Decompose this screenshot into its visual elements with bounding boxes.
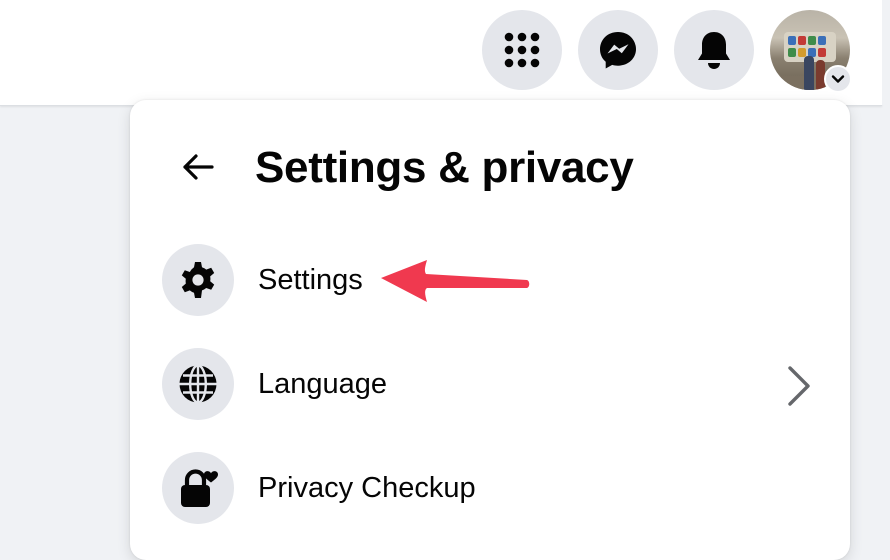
privacy-checkup-icon-circle	[162, 452, 234, 524]
back-button[interactable]	[176, 145, 220, 189]
page-background-strip	[882, 0, 890, 105]
messenger-icon	[600, 32, 636, 69]
avatar-photo-person	[804, 56, 814, 90]
messenger-button[interactable]	[578, 10, 658, 90]
menu-title: Settings & privacy	[255, 143, 634, 192]
red-annotation-arrow	[381, 260, 530, 302]
bell-icon	[698, 32, 730, 69]
menu-item-privacy-checkup[interactable]: Privacy Checkup	[160, 450, 830, 526]
notifications-button[interactable]	[674, 10, 754, 90]
back-arrow-icon	[183, 154, 214, 180]
gear-icon	[181, 262, 215, 298]
chevron-down-icon	[831, 75, 845, 83]
account-menu-button[interactable]	[824, 65, 852, 93]
menu-item-label: Settings	[258, 264, 363, 296]
globe-icon	[179, 364, 217, 404]
menu-item-label: Language	[258, 368, 388, 400]
apps-grid-icon	[504, 32, 540, 68]
menu-item-label: Privacy Checkup	[258, 472, 476, 504]
language-icon-circle	[162, 348, 234, 420]
lock-heart-icon	[181, 469, 218, 507]
chevron-right-icon	[788, 366, 810, 406]
menu-item-language[interactable]: Language	[160, 346, 830, 422]
settings-icon-circle	[162, 244, 234, 316]
menu-apps-button[interactable]	[482, 10, 562, 90]
